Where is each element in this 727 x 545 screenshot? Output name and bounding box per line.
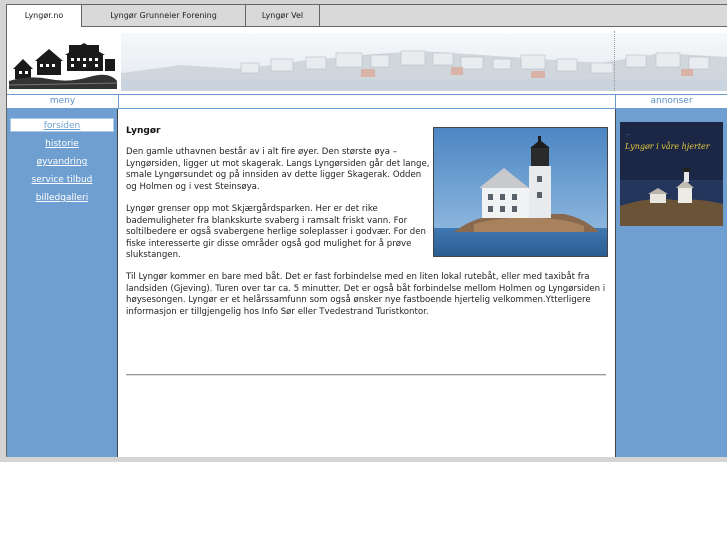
main-content: Lyngør Den gamle uthavnen består av i al… [118,109,615,457]
book-cover-image [620,122,723,226]
sidebar-item-forsiden[interactable]: forsiden [10,118,114,132]
sidebar-item-billedgalleri[interactable]: billedgalleri [10,189,114,207]
travel-paragraph: Til Lyngør kommer en bare med båt. Det e… [126,272,606,317]
ads-column: ... Lyngør i våre hjerter [615,109,727,457]
intro-paragraph: Den gamle uthavnen består av i alt fire … [126,147,430,192]
content-divider [126,374,606,376]
sidebar-item-service-tilbud[interactable]: service tilbud [10,171,114,189]
tab-grunneier-forening[interactable]: Lyngør Grunneier Forening [82,5,246,26]
book-ad-banner[interactable]: ... Lyngør i våre hjerter [620,122,723,226]
page-container: Lyngør.no Lyngør Grunneier Forening Lyng… [6,4,727,457]
ads-heading: annonser [615,94,727,109]
header-banner [7,27,727,93]
sidebar-item-oyvandring[interactable]: øyvandring [10,153,114,171]
tab-lyngor-vel[interactable]: Lyngør Vel [246,5,320,26]
top-tab-bar: Lyngør.no Lyngør Grunneier Forening Lyng… [7,5,727,27]
content-heading-bar [118,94,615,109]
lighthouse-photo [433,127,608,257]
banner-divider [614,31,615,91]
tab-lyngor-no[interactable]: Lyngør.no [7,5,82,27]
sidebar-menu: forsiden historie øyvandring service til… [7,109,118,457]
ad-author-line: ... [626,131,630,136]
ad-book-title: Lyngør i våre hjerter [625,142,710,151]
nature-paragraph: Lyngør grenser opp mot Skjærgårdsparken.… [126,204,426,261]
page-frame: Lyngør.no Lyngør Grunneier Forening Lyng… [0,0,727,462]
menu-heading: meny [7,94,118,109]
sidebar-item-historie[interactable]: historie [10,135,114,153]
village-logo-sketch [9,39,117,89]
page-title: Lyngør [126,126,161,136]
harbor-panorama-image [121,33,727,91]
